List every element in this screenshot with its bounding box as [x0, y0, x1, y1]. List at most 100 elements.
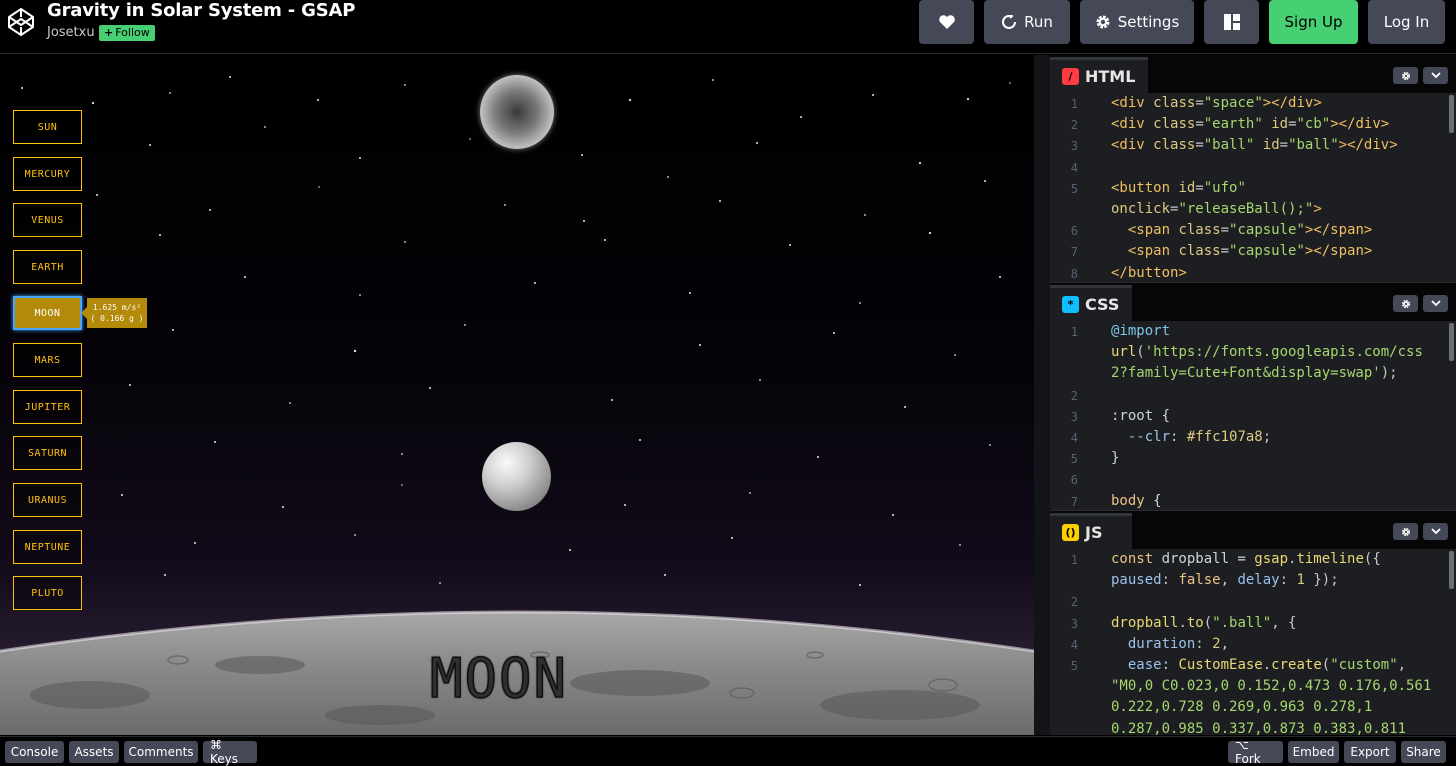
line-number: 1: [1070, 97, 1078, 111]
change-view-button[interactable]: [1204, 0, 1259, 44]
code-line[interactable]: 3:root {: [1050, 408, 1456, 429]
chevron-down-icon: [1430, 528, 1441, 535]
run-icon: [1002, 15, 1017, 29]
code-line[interactable]: 8 </button>: [1050, 265, 1456, 282]
code-line[interactable]: onclick="releaseBall();">: [1050, 201, 1456, 222]
css-collapse-button[interactable]: [1423, 295, 1448, 312]
code-line[interactable]: 3 <div class="ball" id="ball"></div>: [1050, 137, 1456, 158]
planet-button-saturn[interactable]: SATURN: [13, 436, 82, 470]
code-text: <div class="ball" id="ball"></div>: [1111, 137, 1398, 154]
planet-button-venus[interactable]: VENUS: [13, 203, 82, 237]
export-button[interactable]: Export: [1344, 741, 1396, 763]
code-line[interactable]: 5}: [1050, 450, 1456, 471]
code-line[interactable]: 6 <span class="capsule"></span>: [1050, 222, 1456, 243]
css-editor-tab[interactable]: * CSS: [1050, 285, 1132, 321]
code-line[interactable]: 1 <div class="space"></div>: [1050, 95, 1456, 116]
code-line[interactable]: 5 ease: CustomEase.create("custom",: [1050, 657, 1456, 678]
js-settings-button[interactable]: [1393, 523, 1418, 540]
code-line[interactable]: 2: [1050, 593, 1456, 614]
html-settings-button[interactable]: [1393, 67, 1418, 84]
code-line[interactable]: url('https://fonts.googleapis.com/css: [1050, 344, 1456, 365]
share-button[interactable]: Share: [1401, 741, 1446, 763]
line-number: 5: [1070, 181, 1078, 196]
falling-ball: [482, 442, 551, 511]
fork-button[interactable]: ⌥ Fork: [1228, 738, 1283, 766]
code-line[interactable]: 6: [1050, 471, 1456, 492]
gear-icon: [1401, 299, 1410, 308]
code-line[interactable]: 7 body {: [1050, 493, 1456, 509]
code-line[interactable]: 7 <span class="capsule"></span>: [1050, 243, 1456, 264]
line-number: 7: [1070, 494, 1078, 509]
gravity-g-value: ( 0.166 g ): [90, 314, 144, 323]
author-name[interactable]: Josetxu: [47, 25, 95, 40]
console-button[interactable]: Console: [5, 741, 64, 763]
settings-button[interactable]: Settings: [1080, 0, 1194, 44]
js-collapse-button[interactable]: [1423, 523, 1448, 540]
html-editor-header: / HTML: [1050, 55, 1456, 93]
gear-icon: [1401, 71, 1410, 80]
html-editor-panel: / HTML 1 <div class="space"></div> 2 <div c…: [1050, 55, 1456, 282]
planet-button-sun[interactable]: SUN: [13, 110, 82, 144]
bottom-bar: Console Assets Comments ⌘ Keys ⌥ Fork Em…: [0, 736, 1456, 766]
code-line[interactable]: 4 --clr: #ffc107a8;: [1050, 429, 1456, 450]
ufo-button[interactable]: [480, 75, 554, 149]
js-scrollbar[interactable]: [1449, 551, 1454, 589]
planet-button-earth[interactable]: EARTH: [13, 250, 82, 284]
code-line[interactable]: "M0,0 C0.023,0 0.152,0.473 0.176,0.561: [1050, 678, 1456, 699]
line-number: 3: [1070, 616, 1078, 631]
code-line[interactable]: 5 <button id="ufo": [1050, 180, 1456, 201]
log-in-button[interactable]: Log In: [1368, 0, 1445, 44]
planet-button-uranus[interactable]: URANUS: [13, 483, 82, 517]
js-editor-header: () JS: [1050, 511, 1456, 549]
assets-button[interactable]: Assets: [69, 741, 119, 763]
top-bar: Gravity in Solar System - GSAP Josetxu +…: [0, 0, 1456, 54]
heart-icon: [938, 15, 955, 29]
codepen-logo-icon[interactable]: [6, 6, 36, 38]
code-line[interactable]: 0.287,0.985 0.337,0.873 0.383,0.811: [1050, 721, 1456, 735]
embed-button[interactable]: Embed: [1288, 741, 1339, 763]
css-scrollbar[interactable]: [1449, 323, 1454, 361]
code-line[interactable]: 2?family=Cute+Font&display=swap');: [1050, 365, 1456, 386]
code-line[interactable]: 1 @import: [1050, 323, 1456, 344]
js-editor-title: JS: [1085, 523, 1103, 542]
code-line[interactable]: paused: false, delay: 1 });: [1050, 572, 1456, 593]
planet-button-jupiter[interactable]: JUPITER: [13, 390, 82, 424]
line-number: 3: [1070, 409, 1078, 424]
planet-button-neptune[interactable]: NEPTUNE: [13, 530, 82, 564]
code-line[interactable]: 2 <div class="earth" id="cb"></div>: [1050, 116, 1456, 137]
html-collapse-button[interactable]: [1423, 67, 1448, 84]
css-settings-button[interactable]: [1393, 295, 1418, 312]
like-button[interactable]: [919, 0, 974, 44]
code-line[interactable]: 4 duration: 2,: [1050, 636, 1456, 657]
comments-button[interactable]: Comments: [124, 741, 198, 763]
css-editor-panel: * CSS 1 @import url('https://fonts.googlea…: [1050, 282, 1456, 509]
code-text: 0.222,0.728 0.269,0.963 0.278,1: [1111, 699, 1373, 716]
line-number: 3: [1070, 139, 1078, 154]
follow-button[interactable]: + Follow: [99, 25, 155, 41]
planet-button-mars[interactable]: MARS: [13, 343, 82, 377]
run-button[interactable]: Run: [984, 0, 1070, 44]
html-scrollbar[interactable]: [1449, 95, 1454, 133]
keys-button[interactable]: ⌘ Keys: [203, 738, 257, 766]
gravity-value: 1.625 m/s²: [92, 303, 142, 312]
html-editor-tab[interactable]: / HTML: [1050, 57, 1148, 93]
run-label: Run: [1024, 13, 1053, 31]
code-line[interactable]: 4: [1050, 159, 1456, 180]
preview-pane: MOON SUN MERCURY VENUS EARTH MOON MARS J…: [0, 55, 1034, 735]
code-line[interactable]: 2: [1050, 387, 1456, 408]
planet-button-pluto[interactable]: PLUTO: [13, 576, 82, 610]
code-text: body {: [1111, 492, 1162, 509]
code-line[interactable]: 0.222,0.728 0.269,0.963 0.278,1: [1050, 699, 1456, 720]
sign-up-button[interactable]: Sign Up: [1269, 0, 1358, 44]
js-editor-tab[interactable]: () JS: [1050, 513, 1132, 549]
planet-button-moon[interactable]: MOON: [13, 296, 82, 330]
line-number: 8: [1070, 266, 1078, 281]
code-text: const dropball = gsap.timeline({: [1111, 551, 1381, 567]
code-line[interactable]: 1 const dropball = gsap.timeline({: [1050, 551, 1456, 572]
line-number: 1: [1070, 553, 1078, 567]
code-line[interactable]: 3 dropball.to(".ball", {: [1050, 615, 1456, 636]
code-text: duration: 2,: [1127, 635, 1230, 652]
pen-title: Gravity in Solar System - GSAP: [47, 0, 356, 21]
code-text: }: [1111, 450, 1120, 467]
planet-button-mercury[interactable]: MERCURY: [13, 157, 82, 191]
